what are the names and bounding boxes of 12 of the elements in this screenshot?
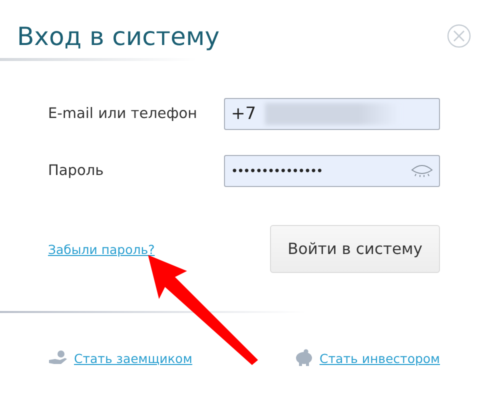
- dialog-title: Вход в систему: [17, 22, 220, 50]
- eye-icon[interactable]: [411, 164, 433, 178]
- field-label: E-mail или телефон: [48, 106, 198, 122]
- hand-coin-icon: [48, 350, 68, 366]
- password-dots: •••••••••••••••: [231, 164, 324, 178]
- input-field[interactable]: +7: [224, 98, 440, 130]
- login-button[interactable]: Войти в систему: [270, 225, 440, 273]
- field-value: +7: [231, 104, 258, 124]
- password-field[interactable]: •••••••••••••••: [224, 155, 440, 187]
- close-icon[interactable]: [447, 24, 471, 48]
- piggy-bank-icon: [294, 349, 314, 367]
- field-label: Пароль: [48, 163, 104, 179]
